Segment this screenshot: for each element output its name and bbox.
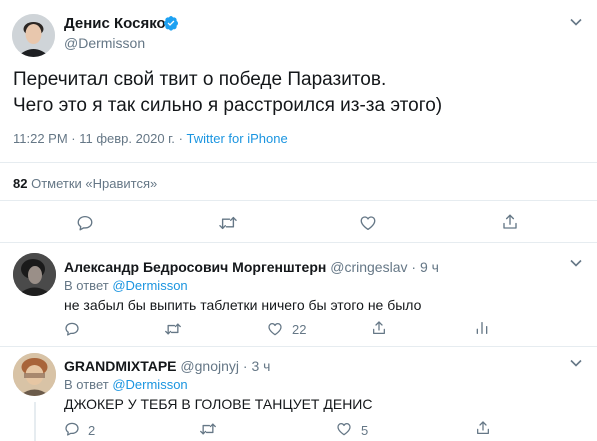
chevron-down-icon[interactable] [569,256,583,270]
reply-icon[interactable] [76,214,94,232]
share-icon[interactable] [371,320,387,336]
retweet-icon[interactable] [164,321,182,337]
divider [0,346,597,347]
reply-author-handle[interactable]: @gnojnyj [180,358,239,374]
divider [0,242,597,243]
reply-time-separator: · [411,259,417,275]
likes-label: Отметки «Нравится» [31,176,158,191]
reply-text: ДЖОКЕР У ТЕБЯ В ГОЛОВЕ ТАНЦУЕТ ДЕНИС [64,396,373,412]
like-icon[interactable] [267,321,283,337]
reply-header: Александр Бедросович Моргенштерн @cringe… [64,259,439,275]
reply-context: В ответ @Dermisson [64,377,188,392]
like-count: 22 [292,322,307,337]
main-author-name[interactable]: Денис Косяков [64,15,175,32]
thread-line [34,402,36,441]
reply-author-name[interactable]: GRANDMIXTAPE [64,358,177,374]
main-tweet-text-line1: Перечитал свой твит о победе Паразитов. [13,69,387,90]
tweet-source-link[interactable]: Twitter for iPhone [187,131,288,146]
reply-header: GRANDMIXTAPE @gnojnyj · 3 ч [64,358,270,374]
divider [0,162,597,163]
retweet-icon[interactable] [218,214,238,232]
like-icon[interactable] [359,214,377,232]
reply-author-name[interactable]: Александр Бедросович Моргенштерн [64,259,326,275]
share-icon[interactable] [475,420,491,436]
divider [0,200,597,201]
reply-context: В ответ @Dermisson [64,278,188,293]
meta-separator: · [178,131,183,146]
likes-count: 82 [13,176,28,191]
reply-time[interactable]: 3 ч [251,358,270,374]
tweet-timestamp[interactable]: 11:22 PM · 11 февр. 2020 г. [13,131,175,146]
main-author-avatar[interactable] [12,14,55,57]
reply-text: не забыл бы выпить таблетки ничего бы эт… [64,297,422,313]
share-icon[interactable] [501,213,519,231]
likes-summary[interactable]: 82 Отметки «Нравится» [13,176,157,191]
chevron-down-icon[interactable] [569,15,583,29]
reply-author-handle[interactable]: @cringeslav [330,259,407,275]
like-count: 5 [361,423,369,438]
verified-badge-icon [163,15,179,31]
reply-context-mention[interactable]: @Dermisson [112,278,187,293]
tweet-meta: 11:22 PM · 11 февр. 2020 г. · Twitter fo… [13,131,288,146]
like-icon[interactable] [336,421,352,437]
reply-context-prefix: В ответ [64,278,109,293]
reply-icon[interactable] [64,421,80,437]
retweet-icon[interactable] [199,421,217,437]
reply-context-mention[interactable]: @Dermisson [112,377,187,392]
reply-author-avatar[interactable] [13,253,56,296]
reply-time[interactable]: 9 ч [420,259,439,275]
main-author-handle[interactable]: @Dermisson [64,35,145,51]
reply-author-avatar[interactable] [13,353,56,396]
reply-time-separator: · [242,358,248,374]
stats-icon[interactable] [474,320,490,336]
main-tweet-text-line2: Чего это я так сильно я расстроился из-з… [13,95,443,116]
reply-icon[interactable] [64,321,80,337]
main-tweet-text: Перечитал свой твит о победе Паразитов. … [13,67,442,119]
chevron-down-icon[interactable] [569,356,583,370]
reply-count: 2 [88,423,96,438]
reply-context-prefix: В ответ [64,377,109,392]
